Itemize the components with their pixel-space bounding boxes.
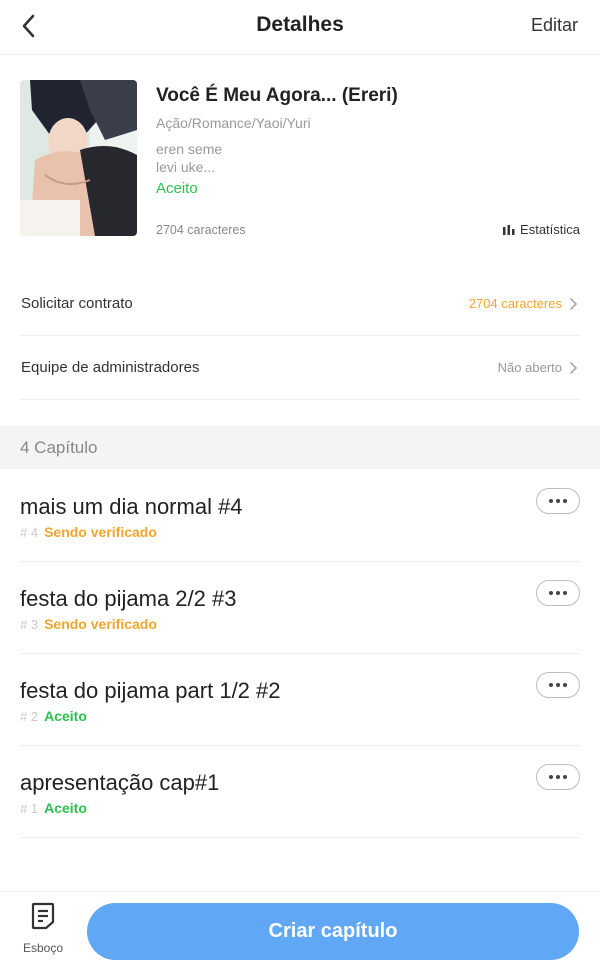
chapter-status: Aceito (44, 708, 87, 724)
draft-document-icon (31, 902, 55, 930)
story-title: Você É Meu Agora... (Ereri) (156, 85, 398, 106)
story-status: Aceito (156, 180, 198, 197)
chapter-meta: # 1 Aceito (20, 800, 87, 816)
chapter-number: # 4 (20, 525, 39, 540)
chapter-number: # 1 (20, 801, 39, 816)
chapter-count: 4 Capítulo (20, 438, 98, 457)
story-cover-image[interactable] (20, 80, 137, 236)
statistics-button[interactable]: Estatística (503, 222, 580, 237)
chapter-meta: # 2 Aceito (20, 708, 87, 724)
chapter-title: festa do pijama 2/2 #3 (20, 586, 237, 611)
more-options-button[interactable] (536, 672, 580, 698)
bar-chart-icon (503, 224, 515, 235)
request-contract-label: Solicitar contrato (21, 295, 133, 312)
edit-button[interactable]: Editar (531, 15, 578, 36)
chapter-item[interactable]: festa do pijama part 1/2 #2 # 2 Aceito (20, 653, 580, 746)
more-dots-icon (549, 499, 567, 503)
chapter-status: Aceito (44, 800, 87, 816)
story-description: eren seme levi uke... (156, 140, 222, 176)
request-contract-value-wrap: 2704 caracteres (469, 296, 578, 311)
chapter-item[interactable]: apresentação cap#1 # 1 Aceito (20, 745, 580, 838)
chapter-item[interactable]: festa do pijama 2/2 #3 # 3 Sendo verific… (20, 561, 580, 654)
chapter-meta: # 3 Sendo verificado (20, 616, 157, 632)
chapter-title: festa do pijama part 1/2 #2 (20, 678, 281, 703)
chevron-right-icon (570, 297, 578, 310)
admin-team-row[interactable]: Equipe de administradores Não aberto (20, 337, 580, 400)
request-contract-value: 2704 caracteres (468, 296, 562, 311)
more-options-button[interactable] (536, 488, 580, 514)
chapter-meta: # 4 Sendo verificado (20, 524, 157, 540)
story-description-line: eren seme (156, 141, 223, 157)
chapter-status: Sendo verificado (44, 616, 157, 632)
page-title: Detalhes (256, 13, 344, 36)
chapter-number: # 2 (20, 709, 39, 724)
draft-label: Esboço (22, 941, 64, 955)
more-dots-icon (549, 591, 567, 595)
chapter-status: Sendo verificado (44, 524, 157, 540)
bottom-bar: Esboço Criar capítulo (0, 891, 600, 967)
top-bar: Detalhes Editar (0, 0, 600, 55)
story-genres: Ação/Romance/Yaoi/Yuri (156, 115, 311, 131)
story-card: Você É Meu Agora... (Ereri) Ação/Romance… (20, 80, 580, 238)
chapter-number: # 3 (20, 617, 39, 632)
story-description-line: levi uke... (156, 159, 216, 175)
create-chapter-button[interactable]: Criar capítulo (87, 903, 579, 960)
more-options-button[interactable] (536, 580, 580, 606)
chapters-section-header: 4 Capítulo (0, 426, 600, 469)
request-contract-row[interactable]: Solicitar contrato 2704 caracteres (20, 273, 580, 336)
admin-team-value-wrap: Não aberto (498, 360, 578, 375)
admin-team-label: Equipe de administradores (21, 359, 200, 376)
chapter-title: mais um dia normal #4 (20, 494, 243, 519)
chapter-title: apresentação cap#1 (20, 770, 220, 795)
more-dots-icon (549, 683, 567, 687)
story-character-count: 2704 caracteres (156, 223, 246, 237)
admin-team-value: Não aberto (497, 360, 562, 375)
statistics-label: Estatística (520, 222, 580, 237)
more-dots-icon (549, 775, 567, 779)
chapter-item[interactable]: mais um dia normal #4 # 4 Sendo verifica… (20, 469, 580, 562)
draft-button[interactable]: Esboço (14, 902, 72, 955)
chevron-right-icon (570, 361, 578, 374)
more-options-button[interactable] (536, 764, 580, 790)
